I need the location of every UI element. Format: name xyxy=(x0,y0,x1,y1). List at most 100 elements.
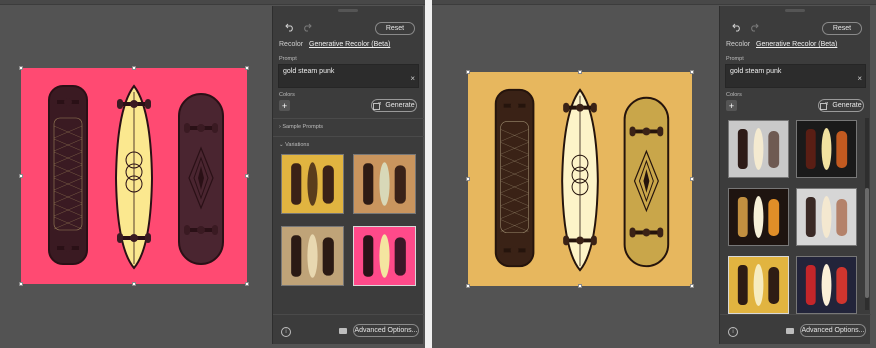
mini-board xyxy=(394,165,406,204)
variations-scrollbar[interactable] xyxy=(865,118,869,310)
mini-board xyxy=(307,234,318,278)
mini-board xyxy=(379,234,390,278)
mini-board xyxy=(322,165,334,204)
variation-thumbnail[interactable] xyxy=(281,226,344,286)
generate-button[interactable]: Generate xyxy=(371,99,417,112)
undo-icon[interactable] xyxy=(730,20,744,34)
selection-handle-br[interactable] xyxy=(245,282,249,286)
wheel xyxy=(590,235,597,246)
selection-handle-bl[interactable] xyxy=(466,284,470,288)
prompt-input[interactable]: gold steam punk × xyxy=(278,64,419,88)
generate-icon xyxy=(373,101,382,110)
wheel xyxy=(212,225,218,235)
variation-thumbnail[interactable] xyxy=(796,120,857,178)
selection-handle-bc[interactable] xyxy=(132,282,136,286)
redo-icon[interactable] xyxy=(747,20,761,34)
selection-handle-tl[interactable] xyxy=(466,70,470,74)
variation-thumbnail[interactable] xyxy=(281,154,344,214)
variation-thumbnail[interactable] xyxy=(796,256,857,314)
clear-prompt-icon[interactable]: × xyxy=(857,74,862,83)
selection-handle-bl[interactable] xyxy=(19,282,23,286)
mini-board xyxy=(805,197,816,237)
selection-handle-tc[interactable] xyxy=(132,66,136,70)
tab-generative-recolor[interactable]: Generative Recolor (Beta) xyxy=(309,41,390,48)
reset-button[interactable]: Reset xyxy=(822,22,862,35)
right-workspace: Reset Recolor Generative Recolor (Beta) … xyxy=(432,0,876,348)
variation-preview xyxy=(729,189,788,245)
artboard[interactable] xyxy=(468,72,692,286)
truck-base xyxy=(130,234,138,242)
tab-generative-recolor[interactable]: Generative Recolor (Beta) xyxy=(756,41,837,48)
wheel xyxy=(117,233,123,243)
info-icon[interactable]: i xyxy=(728,327,738,337)
clear-prompt-icon[interactable]: × xyxy=(410,74,415,83)
wheel xyxy=(145,233,151,243)
mini-board xyxy=(322,237,334,276)
selection-handle-tr[interactable] xyxy=(245,66,249,70)
wheel xyxy=(590,102,597,113)
mini-board xyxy=(821,128,832,170)
wheel xyxy=(629,227,636,238)
mini-board xyxy=(805,129,816,169)
variation-thumbnail[interactable] xyxy=(728,188,789,246)
mini-board xyxy=(768,131,780,168)
prompt-label: Prompt xyxy=(726,56,744,62)
tab-recolor[interactable]: Recolor xyxy=(726,41,750,48)
selection-handle-ml[interactable] xyxy=(466,177,470,181)
library-icon[interactable] xyxy=(786,328,794,334)
add-color-button[interactable]: + xyxy=(726,100,737,111)
truck-base xyxy=(510,246,519,255)
generate-button[interactable]: Generate xyxy=(818,99,864,112)
mini-board xyxy=(836,267,848,304)
variation-thumbnail[interactable] xyxy=(728,256,789,314)
divider xyxy=(273,136,424,137)
advanced-options-button[interactable]: Advanced Options... xyxy=(800,324,866,337)
selection-handle-tr[interactable] xyxy=(690,70,694,74)
selection-handle-tc[interactable] xyxy=(578,70,582,74)
variation-thumbnail[interactable] xyxy=(353,226,416,286)
variation-preview xyxy=(282,227,343,285)
sample-prompts-toggle[interactable]: › Sample Prompts xyxy=(279,124,323,130)
variation-preview xyxy=(729,257,788,313)
scrollbar-thumb[interactable] xyxy=(865,188,869,298)
selection-handle-mr[interactable] xyxy=(245,174,249,178)
selection-handle-mr[interactable] xyxy=(690,177,694,181)
prompt-label: Prompt xyxy=(279,56,297,62)
wheel xyxy=(117,99,123,109)
selection-handle-br[interactable] xyxy=(690,284,694,288)
redo-icon[interactable] xyxy=(300,20,314,34)
selection-handle-ml[interactable] xyxy=(19,174,23,178)
library-icon[interactable] xyxy=(339,328,347,334)
info-icon[interactable]: i xyxy=(281,327,291,337)
tab-recolor[interactable]: Recolor xyxy=(279,41,303,48)
panel-grip[interactable] xyxy=(338,9,358,12)
variation-thumbnail[interactable] xyxy=(728,120,789,178)
wheel xyxy=(79,97,85,107)
colors-label: Colors xyxy=(726,92,742,98)
undo-icon[interactable] xyxy=(283,20,297,34)
mini-board xyxy=(737,265,748,305)
mini-board xyxy=(753,128,764,170)
selection-handle-bc[interactable] xyxy=(578,284,582,288)
recolor-panel: Reset Recolor Generative Recolor (Beta) … xyxy=(719,6,871,344)
selection-handle-tl[interactable] xyxy=(19,66,23,70)
advanced-options-button[interactable]: Advanced Options... xyxy=(353,324,419,337)
truck-base xyxy=(130,100,138,108)
chevron-right-icon: › xyxy=(279,124,281,130)
panel-grip[interactable] xyxy=(785,9,805,12)
wheel xyxy=(184,225,190,235)
variation-thumbnail[interactable] xyxy=(796,188,857,246)
mini-board xyxy=(768,199,780,236)
truck-base xyxy=(576,236,584,245)
mini-board xyxy=(363,163,374,205)
mini-board xyxy=(768,267,780,304)
left-workspace: Reset Recolor Generative Recolor (Beta) … xyxy=(0,0,425,348)
skateboard-artwork[interactable] xyxy=(21,68,247,284)
prompt-input[interactable]: gold steam punk × xyxy=(725,64,866,88)
variation-thumbnail[interactable] xyxy=(353,154,416,214)
artboard[interactable] xyxy=(21,68,247,284)
skateboard-artwork[interactable] xyxy=(468,72,692,286)
add-color-button[interactable]: + xyxy=(279,100,290,111)
variations-toggle[interactable]: ⌄ Variations xyxy=(279,142,309,148)
reset-button[interactable]: Reset xyxy=(375,22,415,35)
